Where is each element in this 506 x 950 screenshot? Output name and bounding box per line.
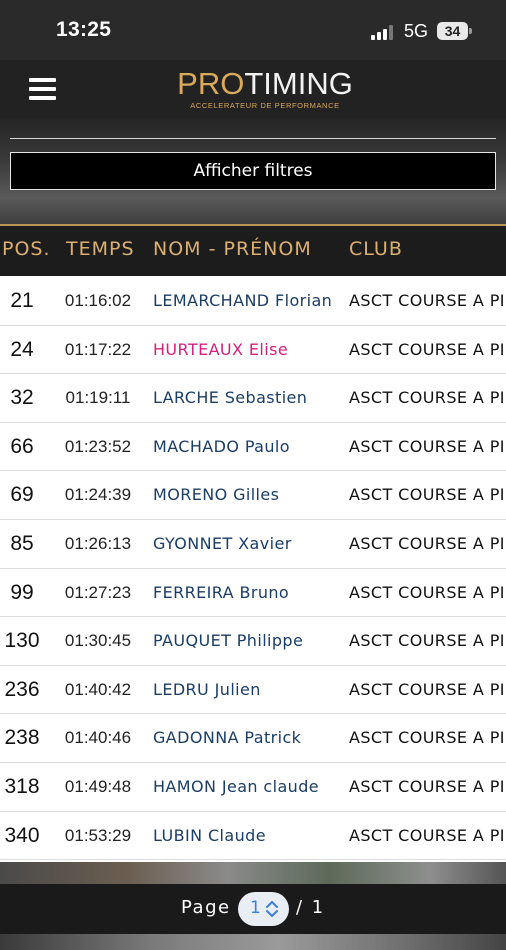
app-header: PROTIMING ACCELERATEUR DE PERFORMANCE	[0, 60, 506, 118]
table-row[interactable]: 340 01:53:29 LUBIN Claude ASCT COURSE A PIE	[0, 811, 506, 861]
divider	[10, 138, 496, 139]
logo-timing: TIMING	[244, 66, 353, 101]
page-total: / 1	[296, 897, 326, 918]
club-cell: ASCT COURSE A PIE	[349, 728, 506, 748]
table-row[interactable]: 318 01:49:48 HAMON Jean claude ASCT COURSE …	[0, 762, 506, 812]
club-cell: ASCT COURSE A PIE	[349, 339, 506, 359]
club-cell: ASCT COURSE A PIE	[349, 679, 506, 699]
status-bar: 13:25 5G 34	[0, 0, 506, 60]
club-cell: ASCT COURSE A PIE	[349, 631, 506, 651]
time-cell: 01:40:42	[64, 679, 132, 699]
table-row[interactable]: 130 01:30:45 PAUQUET Philippe ASCT COURSE A…	[0, 617, 506, 666]
position-cell: 238	[4, 726, 40, 750]
time-cell: 01:24:39	[64, 485, 132, 505]
table-row[interactable]: 238 01:40:46 GADONNA Patrick ASCT COURSE A …	[0, 714, 506, 763]
runner-name-link[interactable]: MACHADO Paulo	[153, 423, 290, 471]
current-page: 1	[250, 898, 261, 918]
time-cell: 01:49:48	[64, 776, 132, 796]
cellular-signal-icon	[371, 24, 397, 40]
position-cell: 85	[10, 531, 34, 555]
table-row[interactable]: 99 01:27:23 FERREIRA Bruno ASCT COURSE A PI…	[0, 568, 506, 618]
time-cell: 01:30:45	[64, 631, 132, 651]
position-cell: 236	[4, 677, 40, 701]
time-cell: 01:26:13	[64, 533, 132, 553]
background-photo-bottom	[0, 934, 506, 950]
position-cell: 99	[10, 580, 34, 604]
background-photo	[0, 862, 506, 884]
club-cell: ASCT COURSE A PIE	[349, 776, 506, 796]
page-label: Page	[181, 897, 231, 918]
table-row[interactable]: 21 01:16:02 LEMARCHAND Florian ASCT COURSE …	[0, 277, 506, 326]
club-cell: ASCT COURSE A PIE	[349, 825, 506, 845]
runner-name-link[interactable]: PAUQUET Philippe	[153, 617, 303, 665]
time-cell: 01:19:11	[65, 388, 131, 408]
position-cell: 130	[4, 629, 40, 653]
position-cell: 340	[4, 823, 40, 847]
runner-name-link[interactable]: LARCHE Sebastien	[153, 374, 307, 422]
runner-name-link[interactable]: FERREIRA Bruno	[153, 569, 289, 617]
column-header-temps[interactable]: TEMPS	[66, 238, 135, 260]
table-row[interactable]: 32 01:19:11 LARCHE Sebastien ASCT COURSE A …	[0, 374, 506, 423]
position-cell: 69	[10, 483, 34, 507]
battery-tip	[469, 28, 472, 34]
club-cell: ASCT COURSE A PIE	[349, 582, 506, 602]
time-cell: 01:40:46	[64, 728, 132, 748]
table-row[interactable]: 69 01:24:39 MORENO Gilles ASCT COURSE A PIE	[0, 471, 506, 520]
position-cell: 66	[10, 434, 34, 458]
runner-name-link[interactable]: HURTEAUX Elise	[153, 326, 288, 374]
show-filters-button[interactable]: Afficher filtres	[10, 152, 496, 190]
pagination-bar: Page 1 / 1	[0, 884, 506, 934]
runner-name-link[interactable]: LUBIN Claude	[153, 812, 266, 860]
network-type: 5G	[404, 21, 429, 41]
logo-wordmark: PROTIMING	[160, 68, 370, 100]
hamburger-menu-icon[interactable]	[29, 78, 56, 100]
logo-tagline: ACCELERATEUR DE PERFORMANCE	[190, 101, 340, 110]
runner-name-link[interactable]: MORENO Gilles	[153, 471, 279, 519]
time-cell: 01:53:29	[64, 825, 132, 845]
time-cell: 01:27:23	[64, 582, 132, 602]
time-cell: 01:17:22	[64, 339, 132, 359]
runner-name-link[interactable]: LEMARCHAND Florian	[153, 277, 332, 325]
table-row[interactable]: 66 01:23:52 MACHADO Paulo ASCT COURSE A PIE	[0, 422, 506, 472]
results-table-body: 21 01:16:02 LEMARCHAND Florian ASCT COURSE …	[0, 277, 506, 861]
logo-pro: PRO	[177, 66, 245, 101]
runner-name-link[interactable]: HAMON Jean claude	[153, 763, 319, 811]
club-cell: ASCT COURSE A PIE	[349, 388, 506, 408]
club-cell: ASCT COURSE A PIE	[349, 533, 506, 553]
runner-name-link[interactable]: GYONNET Xavier	[153, 520, 292, 568]
battery-icon: 34	[437, 22, 468, 40]
table-row[interactable]: 24 01:17:22 HURTEAUX Elise ASCT COURSE A PI…	[0, 325, 506, 375]
page-select[interactable]: 1	[238, 892, 289, 926]
protiming-logo[interactable]: PROTIMING ACCELERATEUR DE PERFORMANCE	[160, 68, 370, 112]
column-header-club[interactable]: CLUB	[349, 238, 403, 260]
table-row[interactable]: 85 01:26:13 GYONNET Xavier ASCT COURSE A PI…	[0, 519, 506, 569]
column-header-nom-prenom[interactable]: NOM - PRÉNOM	[153, 238, 312, 260]
position-cell: 21	[10, 289, 34, 312]
position-cell: 318	[4, 774, 40, 798]
time-cell: 01:23:52	[64, 436, 132, 456]
chevron-up-down-icon	[266, 901, 278, 917]
club-cell: ASCT COURSE A PIE	[349, 485, 506, 505]
results-table-header: POS. TEMPS NOM - PRÉNOM CLUB	[0, 224, 506, 276]
table-row[interactable]: 236 01:40:42 LEDRU Julien ASCT COURSE A PIE	[0, 665, 506, 715]
status-time: 13:25	[56, 18, 112, 41]
runner-name-link[interactable]: LEDRU Julien	[153, 666, 261, 714]
column-header-pos[interactable]: POS.	[2, 238, 51, 260]
position-cell: 32	[10, 386, 34, 410]
time-cell: 01:16:02	[64, 291, 132, 310]
club-cell: ASCT COURSE A PIE	[349, 291, 506, 310]
club-cell: ASCT COURSE A PIE	[349, 436, 506, 456]
position-cell: 24	[10, 337, 34, 361]
filter-area: Afficher filtres	[0, 118, 506, 224]
runner-name-link[interactable]: GADONNA Patrick	[153, 714, 301, 762]
